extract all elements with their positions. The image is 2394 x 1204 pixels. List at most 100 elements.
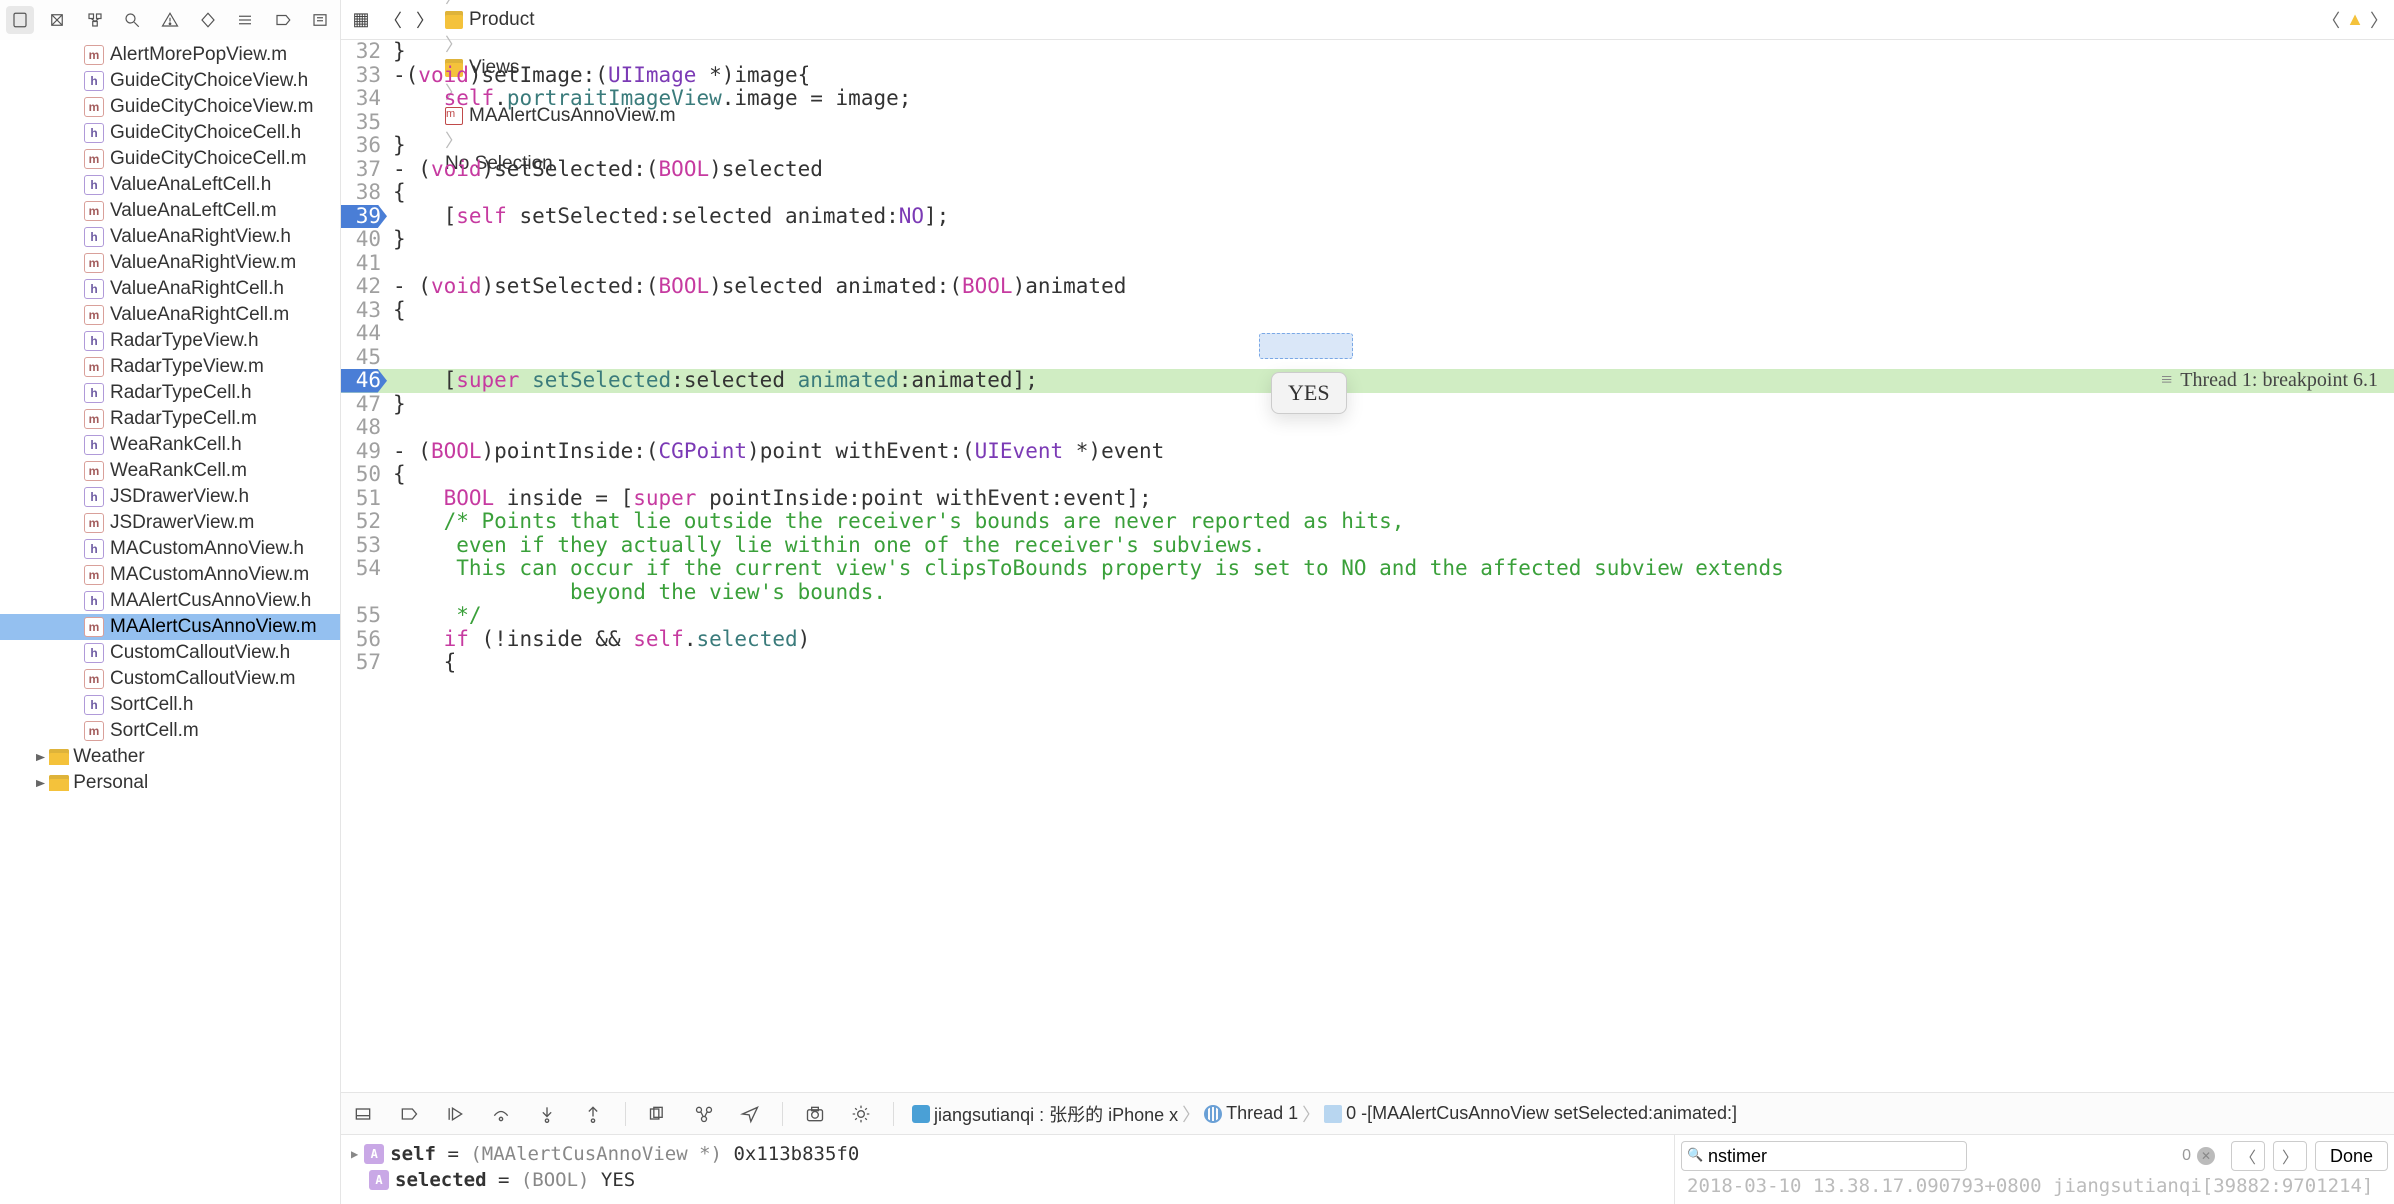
variable-row[interactable]: Aselected = (BOOL) YES	[351, 1167, 1664, 1193]
line-number[interactable]: 41	[341, 252, 387, 276]
folder-row[interactable]: ▶Personal	[0, 770, 340, 796]
code-line[interactable]: 53 even if they actually lie within one …	[341, 534, 2394, 558]
line-number[interactable]: 47	[341, 393, 387, 417]
file-row[interactable]: hSortCell.h	[0, 692, 340, 718]
hide-debug-icon[interactable]	[349, 1100, 377, 1128]
project-navigator[interactable]: mAlertMorePopView.mhGuideCityChoiceView.…	[0, 40, 341, 1204]
line-number[interactable]: 34	[341, 87, 387, 111]
breakpoint-flag[interactable]: ≡Thread 1: breakpoint 6.1	[2161, 369, 2378, 393]
line-number[interactable]: 45	[341, 346, 387, 370]
line-number[interactable]: 56	[341, 628, 387, 652]
file-row[interactable]: hMAAlertCusAnnoView.h	[0, 588, 340, 614]
settings-icon[interactable]	[847, 1100, 875, 1128]
breakpoint-marker[interactable]: 39	[341, 205, 387, 229]
code-line[interactable]: 48	[341, 416, 2394, 440]
breakpoints-toggle-icon[interactable]	[395, 1100, 423, 1128]
location-simulate-icon[interactable]	[736, 1100, 764, 1128]
code-line[interactable]: 34 self.portraitImageView.image = image;	[341, 87, 2394, 111]
line-number[interactable]: 37	[341, 158, 387, 182]
line-number[interactable]: 38	[341, 181, 387, 205]
line-number[interactable]: 33	[341, 64, 387, 88]
code-line[interactable]: 41	[341, 252, 2394, 276]
breakpoint-navigator-icon[interactable]	[269, 6, 297, 34]
line-number[interactable]: 32	[341, 40, 387, 64]
forward-icon[interactable]: 〉	[411, 6, 439, 34]
code-line[interactable]: 55 */	[341, 604, 2394, 628]
file-row[interactable]: mValueAnaLeftCell.m	[0, 198, 340, 224]
file-row[interactable]: mCustomCalloutView.m	[0, 666, 340, 692]
step-in-icon[interactable]	[533, 1100, 561, 1128]
code-line[interactable]: 44	[341, 322, 2394, 346]
file-row[interactable]: mAlertMorePopView.m	[0, 42, 340, 68]
file-row[interactable]: mRadarTypeView.m	[0, 354, 340, 380]
code-line[interactable]: 32}	[341, 40, 2394, 64]
test-navigator-icon[interactable]	[194, 6, 222, 34]
file-row[interactable]: mMAAlertCusAnnoView.m	[0, 614, 340, 640]
line-number[interactable]: 54	[341, 557, 387, 581]
step-over-icon[interactable]	[487, 1100, 515, 1128]
view-debug-icon[interactable]	[644, 1100, 672, 1128]
disclosure-icon[interactable]: ▶	[351, 1147, 358, 1161]
file-row[interactable]: hValueAnaLeftCell.h	[0, 172, 340, 198]
file-row[interactable]: hValueAnaRightView.h	[0, 224, 340, 250]
code-line[interactable]: beyond the view's bounds.	[341, 581, 2394, 605]
line-number[interactable]: 43	[341, 299, 387, 323]
line-number[interactable]: 48	[341, 416, 387, 440]
line-number[interactable]: 42	[341, 275, 387, 299]
file-row[interactable]: mRadarTypeCell.m	[0, 406, 340, 432]
prev-icon[interactable]: 〈	[2322, 7, 2340, 33]
file-row[interactable]: mGuideCityChoiceCell.m	[0, 146, 340, 172]
source-editor[interactable]: 32}33-(void)setImage:(UIImage *)image{34…	[341, 40, 2394, 1204]
code-line[interactable]: 35	[341, 111, 2394, 135]
line-number[interactable]: 49	[341, 440, 387, 464]
file-row[interactable]: mSortCell.m	[0, 718, 340, 744]
line-number[interactable]: 57	[341, 651, 387, 675]
disclosure-icon[interactable]: ▶	[36, 751, 45, 762]
console-search[interactable]: 🔍 0 ✕	[1681, 1141, 2223, 1171]
search-input[interactable]	[1681, 1141, 1967, 1171]
console[interactable]: 🔍 0 ✕ 〈 〉 Done 2018-03-10 13.38.17.09079…	[1674, 1135, 2394, 1204]
file-row[interactable]: mWeaRankCell.m	[0, 458, 340, 484]
continue-icon[interactable]	[441, 1100, 469, 1128]
code-line[interactable]: 47}	[341, 393, 2394, 417]
clear-search-icon[interactable]: ✕	[2197, 1147, 2215, 1165]
code-line[interactable]: 57 {	[341, 651, 2394, 675]
code-line[interactable]: 50{	[341, 463, 2394, 487]
code-line[interactable]: 56 if (!inside && self.selected)	[341, 628, 2394, 652]
project-navigator-icon[interactable]	[6, 6, 34, 34]
line-number[interactable]: 35	[341, 111, 387, 135]
code-line[interactable]: 52 /* Points that lie outside the receiv…	[341, 510, 2394, 534]
back-icon[interactable]: 〈	[379, 6, 407, 34]
line-number[interactable]: 51	[341, 487, 387, 511]
disclosure-icon[interactable]: ▶	[36, 777, 45, 788]
jump-segment[interactable]: Product	[443, 9, 678, 31]
debug-navigator-icon[interactable]	[231, 6, 259, 34]
file-row[interactable]: hRadarTypeCell.h	[0, 380, 340, 406]
variable-row[interactable]: ▶Aself = (MAAlertCusAnnoView *) 0x113b83…	[351, 1141, 1664, 1167]
code-line[interactable]: 39 [self setSelected:selected animated:N…	[341, 205, 2394, 229]
memory-graph-icon[interactable]	[690, 1100, 718, 1128]
file-row[interactable]: hValueAnaRightCell.h	[0, 276, 340, 302]
file-row[interactable]: hRadarTypeView.h	[0, 328, 340, 354]
line-number[interactable]: 50	[341, 463, 387, 487]
code-line[interactable]: 51 BOOL inside = [super pointInside:poin…	[341, 487, 2394, 511]
code-line[interactable]: 43{	[341, 299, 2394, 323]
line-number[interactable]: 53	[341, 534, 387, 558]
line-number[interactable]: 44	[341, 322, 387, 346]
step-out-icon[interactable]	[579, 1100, 607, 1128]
find-navigator-icon[interactable]	[119, 6, 147, 34]
code-line[interactable]: 46 [super setSelected:selected animated:…	[341, 369, 2394, 393]
code-line[interactable]: 40}	[341, 228, 2394, 252]
variables-view[interactable]: ▶Aself = (MAAlertCusAnnoView *) 0x113b83…	[341, 1135, 1674, 1204]
next-icon[interactable]: 〉	[2370, 7, 2388, 33]
file-row[interactable]: hCustomCalloutView.h	[0, 640, 340, 666]
report-navigator-icon[interactable]	[307, 6, 335, 34]
code-line[interactable]: 54 This can occur if the current view's …	[341, 557, 2394, 581]
file-row[interactable]: hJSDrawerView.h	[0, 484, 340, 510]
code-line[interactable]: 37- (void)setSelected:(BOOL)selected	[341, 158, 2394, 182]
file-row[interactable]: hGuideCityChoiceView.h	[0, 68, 340, 94]
line-number[interactable]: 55	[341, 604, 387, 628]
code-line[interactable]: 36}	[341, 134, 2394, 158]
symbol-navigator-icon[interactable]	[81, 6, 109, 34]
done-button[interactable]: Done	[2315, 1141, 2388, 1171]
